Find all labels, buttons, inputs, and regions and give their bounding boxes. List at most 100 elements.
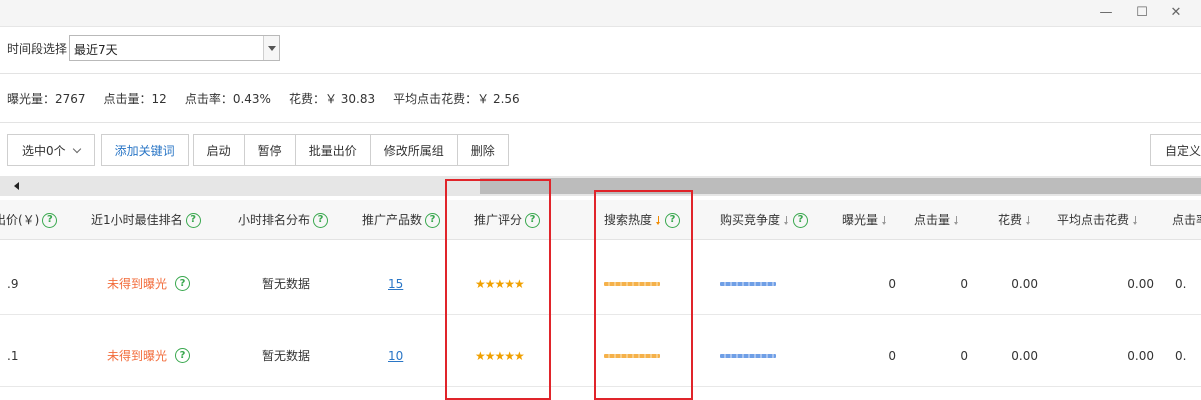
- start-button[interactable]: 启动: [192, 134, 245, 166]
- col-clicks-label: 点击量: [914, 213, 951, 227]
- change-group-button[interactable]: 修改所属组: [369, 134, 458, 166]
- col-cost[interactable]: 花费: [998, 200, 1032, 240]
- competition-bar: [720, 281, 776, 286]
- col-clicks[interactable]: 点击量: [914, 200, 960, 240]
- cell-avg-cost: 0.00: [1127, 348, 1154, 363]
- cell-product-count[interactable]: 10: [388, 325, 403, 386]
- product-count-link[interactable]: 15: [388, 277, 403, 291]
- period-label: 时间段选择: [7, 41, 68, 56]
- table-header: 出价(￥)? 近1小时最佳排名? 小时排名分布? 推广产品数? 推广评分? 搜索…: [0, 200, 1201, 240]
- cell-ctr: 0.: [1175, 276, 1187, 291]
- stat-exposure: 曝光量：2767: [7, 92, 86, 106]
- col-hour-rank[interactable]: 小时排名分布?: [238, 200, 329, 240]
- cell-exposure: 0: [888, 348, 896, 363]
- sort-desc-icon[interactable]: [655, 216, 662, 226]
- cell-search-heat: [604, 253, 660, 314]
- col-product-count-label: 推广产品数: [362, 213, 423, 227]
- cell-clicks: 0: [960, 276, 968, 291]
- col-ctr-label: 点击率: [1172, 213, 1201, 227]
- add-keyword-button[interactable]: 添加关键词: [100, 134, 189, 166]
- cell-best-rank: 未得到曝光?: [107, 253, 191, 314]
- cell-hour-rank: 暂无数据: [262, 277, 311, 291]
- horizontal-scrollbar[interactable]: [0, 176, 1201, 196]
- col-price-label: 出价(￥): [0, 213, 40, 227]
- sort-icon[interactable]: [783, 216, 790, 226]
- scrollbar-thumb[interactable]: [480, 178, 1201, 194]
- action-toolbar: 选中0个 添加关键词 启动 暂停 批量出价 修改所属组 删除: [7, 134, 509, 166]
- customize-columns-button[interactable]: 自定义: [1150, 134, 1201, 166]
- search-heat-bar: [604, 281, 660, 286]
- product-count-link[interactable]: 10: [388, 349, 403, 363]
- select-count-label: 选中0个: [22, 143, 66, 158]
- col-best-rank[interactable]: 近1小时最佳排名?: [91, 200, 201, 240]
- scroll-left-arrow-icon[interactable]: [14, 182, 19, 190]
- col-best-rank-label: 近1小时最佳排名: [91, 213, 183, 227]
- best-rank-value: 未得到曝光: [107, 349, 168, 363]
- col-exposure[interactable]: 曝光量: [842, 200, 888, 240]
- col-ctr[interactable]: 点击率: [1172, 200, 1201, 240]
- col-competition[interactable]: 购买竞争度?: [720, 200, 809, 240]
- help-icon[interactable]: ?: [425, 212, 441, 228]
- col-promo-score-label: 推广评分: [474, 213, 523, 227]
- col-avg-cost-label: 平均点击花费: [1057, 213, 1130, 227]
- stat-clicks: 点击量：12: [103, 92, 167, 106]
- col-search-heat[interactable]: 搜索热度?: [604, 200, 681, 240]
- competition-bar: [720, 353, 776, 358]
- cell-price[interactable]: .1: [7, 325, 18, 386]
- help-icon[interactable]: ?: [665, 212, 681, 228]
- sort-icon[interactable]: [881, 216, 888, 226]
- col-search-heat-label: 搜索热度: [604, 213, 653, 227]
- help-icon[interactable]: ?: [175, 276, 191, 291]
- cell-promo-score: ★★★★★: [475, 325, 525, 386]
- cell-competition: [720, 253, 776, 314]
- cell-promo-score: ★★★★★: [475, 253, 525, 314]
- stat-ctr: 点击率：0.43%: [184, 92, 271, 106]
- help-icon[interactable]: ?: [525, 212, 541, 228]
- col-product-count[interactable]: 推广产品数?: [362, 200, 441, 240]
- sort-icon[interactable]: [953, 216, 960, 226]
- col-exposure-label: 曝光量: [842, 213, 879, 227]
- cell-hour-rank: 暂无数据: [262, 349, 311, 363]
- stat-cost: 花费：￥ 30.83: [288, 92, 376, 106]
- period-selector: 时间段选择 最近7天: [7, 35, 281, 61]
- cell-ctr: 0.: [1175, 348, 1187, 363]
- delete-button[interactable]: 删除: [456, 134, 509, 166]
- cell-product-count[interactable]: 15: [388, 253, 403, 314]
- period-select[interactable]: 最近7天: [69, 35, 281, 61]
- divider: [0, 73, 1201, 74]
- help-icon[interactable]: ?: [42, 212, 58, 228]
- minimize-button[interactable]: —: [1096, 4, 1116, 22]
- cell-price[interactable]: .9: [7, 253, 18, 314]
- select-count-dropdown[interactable]: 选中0个: [7, 134, 95, 166]
- help-icon[interactable]: ?: [185, 212, 201, 228]
- help-icon[interactable]: ?: [175, 348, 191, 363]
- divider: [0, 122, 1201, 123]
- pause-button[interactable]: 暂停: [243, 134, 296, 166]
- sort-icon[interactable]: [1025, 216, 1032, 226]
- table-row[interactable]: .9 未得到曝光? 暂无数据 15 ★★★★★ 0 0 0.00 0.00 0.: [0, 253, 1201, 315]
- chevron-down-icon: [72, 144, 81, 153]
- cell-best-rank: 未得到曝光?: [107, 325, 191, 386]
- col-price[interactable]: 出价(￥)?: [0, 200, 58, 240]
- col-competition-label: 购买竞争度: [720, 213, 781, 227]
- help-icon[interactable]: ?: [313, 212, 329, 228]
- stat-avg-cost: 平均点击花费：￥ 2.56: [393, 92, 520, 106]
- help-icon[interactable]: ?: [793, 212, 809, 228]
- star-rating-icon: ★★★★★: [475, 348, 525, 363]
- cell-exposure: 0: [888, 276, 896, 291]
- col-promo-score[interactable]: 推广评分?: [474, 200, 541, 240]
- col-hour-rank-label: 小时排名分布: [238, 213, 311, 227]
- period-select-value: 最近7天: [74, 43, 118, 57]
- col-avg-cost[interactable]: 平均点击花费: [1057, 200, 1139, 240]
- close-button[interactable]: ✕: [1166, 4, 1186, 22]
- table-row[interactable]: .1 未得到曝光? 暂无数据 10 ★★★★★ 0 0 0.00 0.00 0.: [0, 325, 1201, 387]
- batch-bid-button[interactable]: 批量出价: [294, 134, 371, 166]
- cell-competition: [720, 325, 776, 386]
- cell-cost: 0.00: [1011, 348, 1038, 363]
- cell-cost: 0.00: [1011, 276, 1038, 291]
- sort-icon[interactable]: [1132, 216, 1139, 226]
- star-rating-icon: ★★★★★: [475, 276, 525, 291]
- chevron-down-icon[interactable]: [263, 36, 280, 60]
- col-cost-label: 花费: [998, 213, 1023, 227]
- maximize-button[interactable]: ☐: [1132, 4, 1152, 22]
